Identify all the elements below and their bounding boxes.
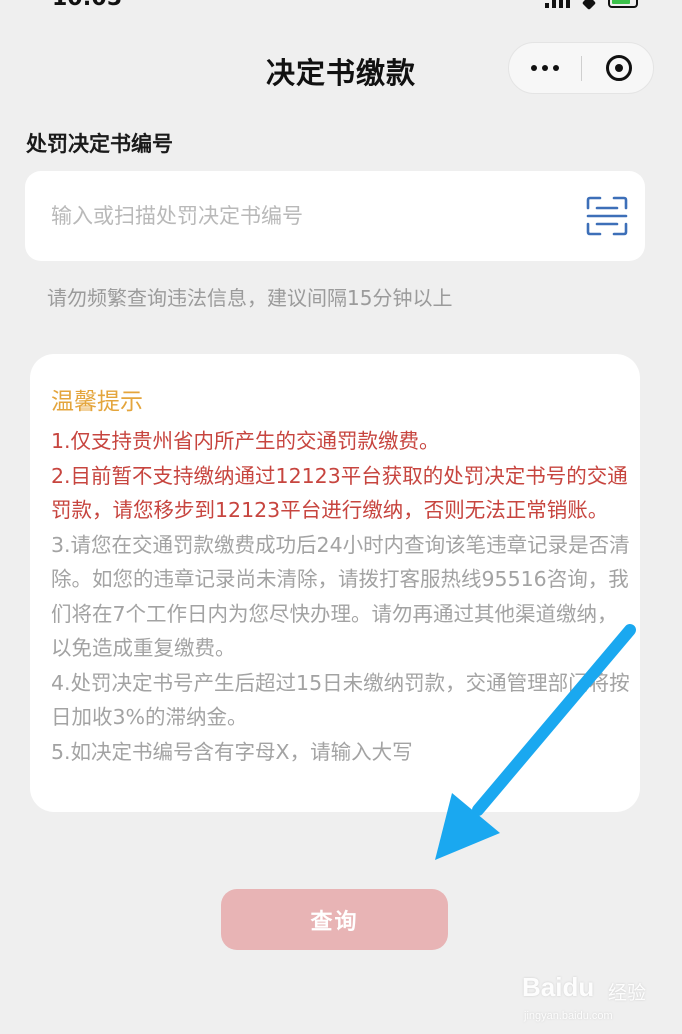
scan-button[interactable] <box>585 195 629 237</box>
status-icons <box>545 0 638 11</box>
battery-icon <box>608 0 638 8</box>
signal-icon <box>545 0 570 8</box>
more-dots-icon <box>531 65 559 71</box>
tips-list: 1.仅支持贵州省内所产生的交通罚款缴费。 2.目前暂不支持缴纳通过12123平台… <box>51 424 631 769</box>
tip-item: 5.如决定书编号含有字母X，请输入大写 <box>51 739 413 764</box>
capsule-divider <box>581 56 582 81</box>
tips-title: 温馨提示 <box>51 389 143 415</box>
decision-number-input[interactable] <box>51 193 571 239</box>
scan-icon <box>586 196 628 236</box>
watermark-brand: Baidu <box>522 972 595 1002</box>
close-circle-icon <box>606 55 632 81</box>
status-bar: 10:05 <box>0 0 682 12</box>
watermark-url: jingyan.baidu.com <box>524 1010 613 1022</box>
query-frequency-hint: 请勿频繁查询违法信息，建议间隔15分钟以上 <box>47 286 453 310</box>
query-button[interactable]: 查询 <box>221 889 448 950</box>
baidu-watermark: Baidu 经验 jingyan.baidu.com <box>522 960 662 1030</box>
tips-card: 温馨提示 1.仅支持贵州省内所产生的交通罚款缴费。 2.目前暂不支持缴纳通过12… <box>30 354 640 812</box>
watermark-cn: 经验 <box>608 982 647 1004</box>
tip-item: 1.仅支持贵州省内所产生的交通罚款缴费。 <box>51 429 440 453</box>
nav-header: 决定书缴款 <box>0 30 682 104</box>
decision-number-label: 处罚决定书编号 <box>26 132 173 156</box>
more-button[interactable] <box>509 43 581 93</box>
status-time: 10:05 <box>52 0 122 11</box>
tip-item: 2.目前暂不支持缴纳通过12123平台获取的处罚决定书号的交通罚款，请您移步到1… <box>51 463 628 523</box>
wifi-icon <box>581 0 597 11</box>
decision-number-card <box>25 171 645 261</box>
close-button[interactable] <box>583 43 655 93</box>
tip-item: 3.请您在交通罚款缴费成功后24小时内查询该笔违章记录是否清除。如您的违章记录尚… <box>51 532 630 661</box>
mini-program-capsule <box>508 42 654 94</box>
tip-item: 4.处罚决定书号产生后超过15日未缴纳罚款，交通管理部门将按日加收3%的滞纳金。 <box>51 670 630 730</box>
